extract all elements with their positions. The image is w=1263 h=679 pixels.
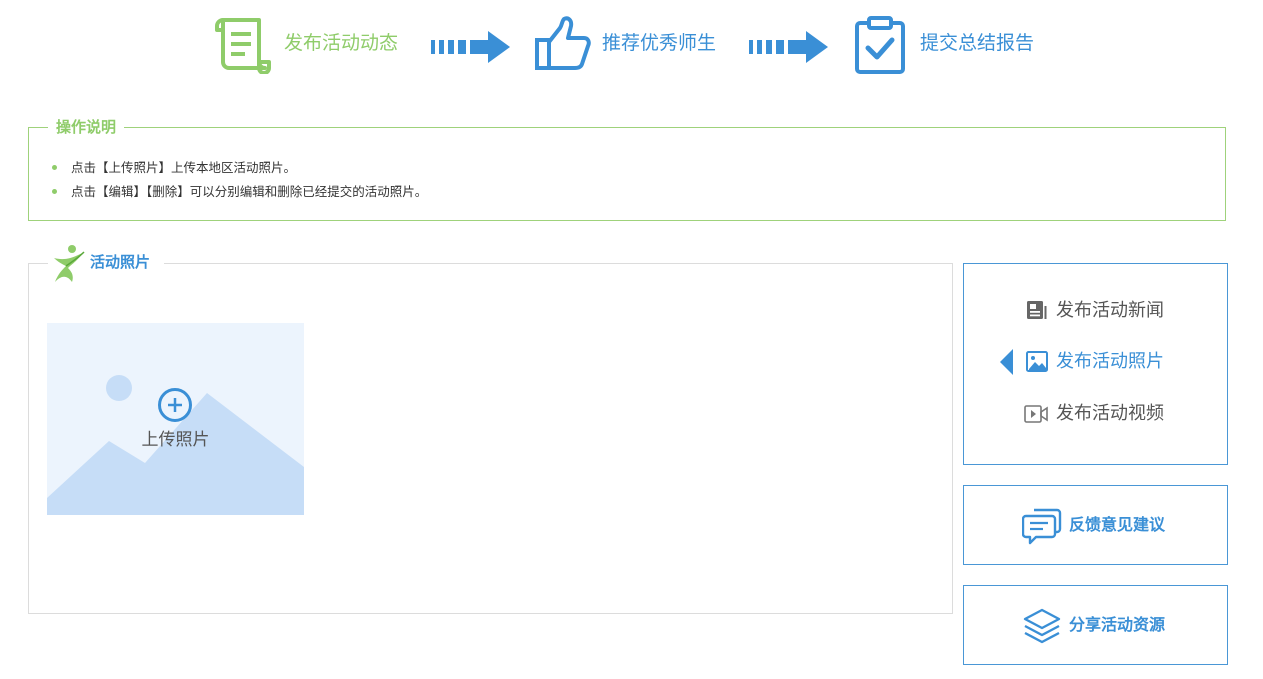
image-icon [1026,351,1048,372]
scroll-icon [215,18,271,74]
menu-item-news[interactable]: 发布活动新闻 [1056,299,1164,323]
bullet-dot [52,165,57,170]
clipboard-check-icon [855,16,905,74]
chat-bubble-icon [1022,508,1062,545]
thumbs-up-icon [535,16,591,70]
instruction-line-1: 点击【上传照片】上传本地区活动照片。 [71,160,297,175]
active-indicator-icon [1000,349,1013,375]
menu-item-video[interactable]: 发布活动视频 [1056,402,1164,426]
step-label-3: 提交总结报告 [920,32,1035,54]
step-arrow-icon [431,31,510,63]
runner-logo-icon [54,245,85,282]
step-label-1: 发布活动动态 [284,32,399,54]
share-resource-button-label: 分享活动资源 [1069,615,1166,634]
instructions-title: 操作说明 [48,117,125,137]
add-circle-icon [158,388,192,422]
bullet-dot [52,189,57,194]
feedback-button-label: 反馈意见建议 [1069,515,1166,534]
photo-panel-title: 活动照片 [90,253,151,271]
news-icon [1027,301,1047,319]
layers-icon [1023,608,1061,644]
upload-photo-label: 上传照片 [141,430,210,450]
menu-item-photos[interactable]: 发布活动照片 [1056,350,1164,374]
step-label-2: 推荐优秀师生 [602,32,717,54]
instruction-line-2: 点击【编辑】【删除】可以分别编辑和删除已经提交的活动照片。 [71,184,428,199]
video-icon [1024,405,1048,423]
upload-photo-button[interactable]: 上传照片 [47,323,304,515]
step-arrow-icon [749,31,828,63]
